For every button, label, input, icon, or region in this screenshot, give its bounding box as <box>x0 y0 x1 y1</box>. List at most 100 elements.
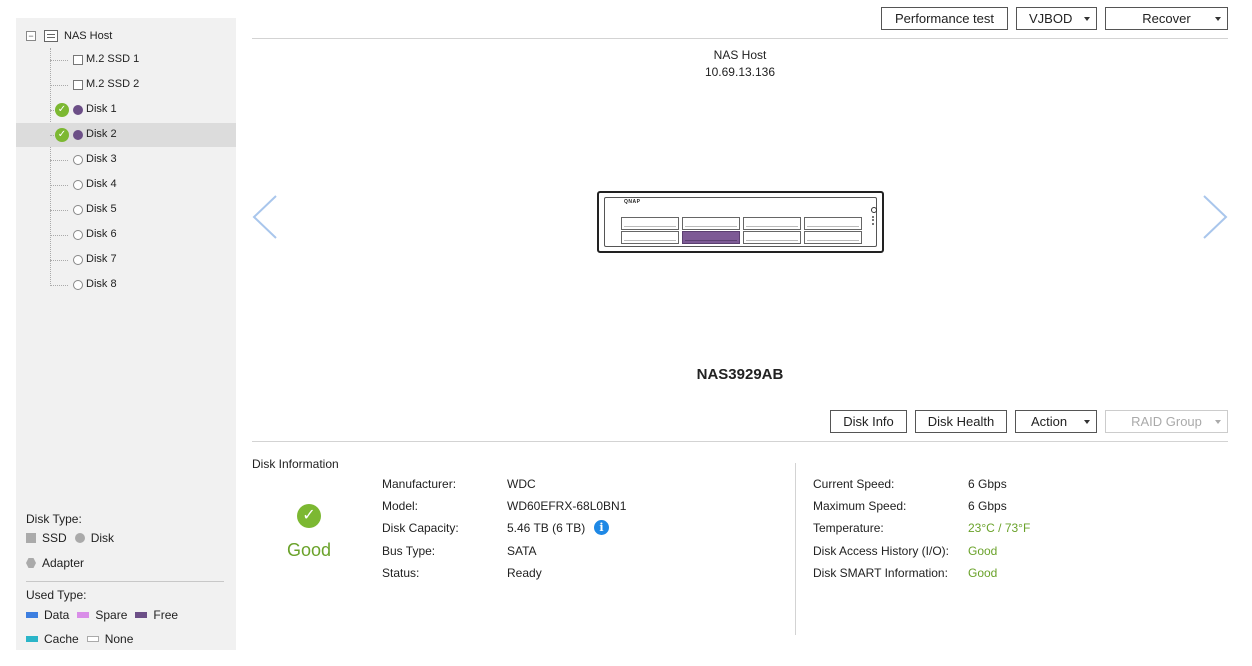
collapse-icon[interactable]: − <box>26 31 36 41</box>
circle-icon <box>73 105 83 115</box>
action-dropdown[interactable]: Action <box>1015 410 1097 433</box>
legend-disk: Disk <box>90 531 115 545</box>
legend-data: Data <box>44 608 70 622</box>
circle-icon <box>73 255 83 265</box>
performance-test-button[interactable]: Performance test <box>881 7 1008 30</box>
disk-health-button[interactable]: Disk Health <box>915 410 1007 433</box>
host-ip: 10.69.13.136 <box>704 65 776 79</box>
bus-type-label: Bus Type: <box>382 544 436 558</box>
recover-dropdown[interactable]: Recover <box>1105 7 1228 30</box>
tree-item-disk-6[interactable]: Disk 6 <box>16 223 236 247</box>
recover-label: Recover <box>1142 11 1191 26</box>
chevron-down-icon <box>1084 17 1090 21</box>
circle-icon <box>73 130 83 140</box>
data-swatch-icon <box>26 612 38 618</box>
next-arrow-icon[interactable] <box>1200 194 1230 240</box>
circle-icon <box>73 205 83 215</box>
disk-bay-1[interactable] <box>621 217 679 230</box>
current-speed-value: 6 Gbps <box>968 477 1007 491</box>
disk-bay-7[interactable] <box>743 231 801 244</box>
maximum-speed-value: 6 Gbps <box>968 499 1007 513</box>
raid-group-dropdown[interactable]: RAID Group <box>1105 410 1228 433</box>
disk-type-legend: SSD Disk <box>26 531 122 545</box>
nas-chassis: QNAP <box>597 191 884 253</box>
disk-bay-3[interactable] <box>743 217 801 230</box>
bus-type-value: SATA <box>507 544 537 558</box>
vjbod-dropdown[interactable]: VJBOD <box>1016 7 1097 30</box>
adapter-legend: Adapter <box>26 556 92 570</box>
tree-item-label: Disk 6 <box>86 228 117 240</box>
disk-capacity-value: 5.46 TB (6 TB) <box>507 521 586 535</box>
tree-item-label: Disk 3 <box>86 153 117 165</box>
legend-ssd: SSD <box>42 531 67 545</box>
disk-bay-4[interactable] <box>804 217 862 230</box>
square-icon <box>73 80 83 90</box>
none-swatch-icon <box>86 636 99 642</box>
square-icon <box>73 55 83 65</box>
disk-info-button[interactable]: Disk Info <box>830 410 907 433</box>
info-icon[interactable]: i <box>594 520 609 535</box>
power-icon <box>871 207 877 213</box>
used-type-title: Used Type: <box>26 588 87 602</box>
temperature-label: Temperature: <box>813 521 884 535</box>
legend-none: None <box>104 632 134 646</box>
brand-logo: QNAP <box>624 199 641 205</box>
disk-swatch-icon <box>74 533 85 543</box>
tree-root-nas-host[interactable]: − NAS Host <box>26 26 112 46</box>
tree-item-label: Disk 5 <box>86 203 117 215</box>
host-name: NAS Host <box>713 48 767 62</box>
sidebar: − NAS Host M.2 SSD 1 M.2 SSD 2 ✓ Disk 1 … <box>16 18 236 650</box>
disk-smart-value[interactable]: Good <box>968 566 997 582</box>
info-column-divider <box>795 463 796 635</box>
disk-bay-5[interactable] <box>621 231 679 244</box>
disk-bay-2[interactable] <box>682 217 740 230</box>
tree-item-m2-ssd-2[interactable]: M.2 SSD 2 <box>16 73 236 97</box>
adapter-swatch-icon <box>26 558 36 568</box>
chevron-down-icon <box>1084 420 1090 424</box>
tree-item-m2-ssd-1[interactable]: M.2 SSD 1 <box>16 48 236 72</box>
actions-divider <box>252 441 1228 442</box>
disk-access-history-label: Disk Access History (I/O): <box>813 544 950 558</box>
previous-arrow-icon[interactable] <box>250 194 280 240</box>
tree-item-disk-5[interactable]: Disk 5 <box>16 198 236 222</box>
disk-smart-label: Disk SMART Information: <box>813 566 948 580</box>
legend-free: Free <box>153 608 179 622</box>
check-circle-icon: ✓ <box>297 504 321 528</box>
spare-swatch-icon <box>77 612 90 618</box>
nas-host-icon <box>44 30 58 42</box>
circle-icon <box>73 230 83 240</box>
chevron-down-icon <box>1215 420 1221 424</box>
disk-capacity-label: Disk Capacity: <box>382 521 459 535</box>
disk-bay-8[interactable] <box>804 231 862 244</box>
tree-item-disk-7[interactable]: Disk 7 <box>16 248 236 272</box>
cache-swatch-icon <box>26 636 38 642</box>
tree-item-disk-2[interactable]: ✓ Disk 2 <box>16 123 236 147</box>
tree-item-label: Disk 1 <box>86 103 117 115</box>
tree-item-label: M.2 SSD 2 <box>86 78 140 90</box>
legend-cache: Cache <box>44 632 79 646</box>
tree-root-label: NAS Host <box>64 30 113 42</box>
tree-item-disk-1[interactable]: ✓ Disk 1 <box>16 98 236 122</box>
tree-item-label: M.2 SSD 1 <box>86 53 140 65</box>
disk-access-history-value[interactable]: Good <box>968 544 997 560</box>
model-value: WD60EFRX-68L0BN1 <box>507 499 627 513</box>
tree-item-label: Disk 7 <box>86 253 117 265</box>
disk-bay-6[interactable] <box>682 231 740 244</box>
circle-icon <box>73 155 83 165</box>
top-divider <box>252 38 1228 39</box>
check-icon: ✓ <box>55 128 69 142</box>
tree-item-label: Disk 8 <box>86 278 117 290</box>
status-label: Status: <box>382 566 420 580</box>
used-type-legend-2: Cache None <box>26 632 141 646</box>
circle-icon <box>73 180 83 190</box>
disk-type-title: Disk Type: <box>26 512 82 526</box>
vjbod-label: VJBOD <box>1029 11 1073 26</box>
disk-information-title: Disk Information <box>252 457 339 471</box>
current-speed-label: Current Speed: <box>813 477 895 491</box>
status-value: Ready <box>507 566 542 580</box>
tree-item-disk-8[interactable]: Disk 8 <box>16 273 236 297</box>
tree-item-disk-3[interactable]: Disk 3 <box>16 148 236 172</box>
tree-item-disk-4[interactable]: Disk 4 <box>16 173 236 197</box>
legend-adapter: Adapter <box>42 556 85 570</box>
legend-spare: Spare <box>95 608 128 622</box>
